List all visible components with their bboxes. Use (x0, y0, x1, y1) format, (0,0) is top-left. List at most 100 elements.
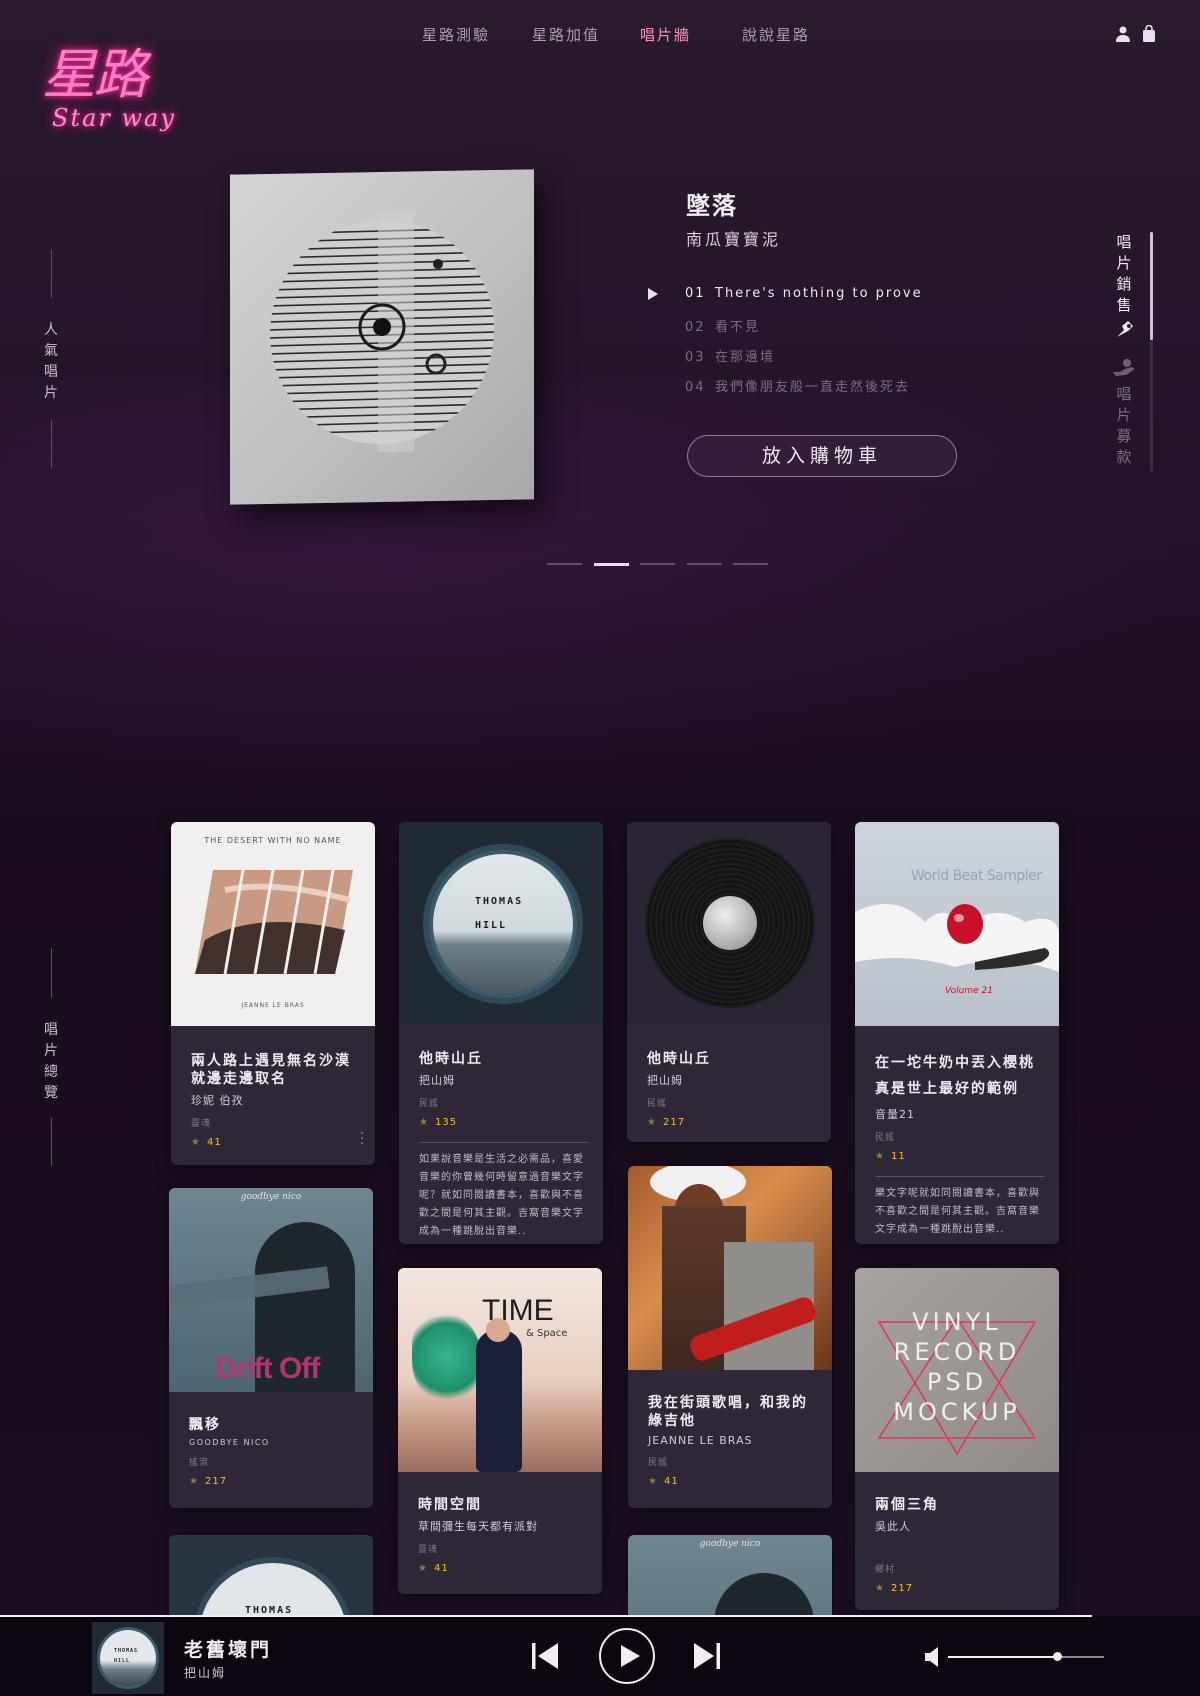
album-rating: ★ 217 (875, 1583, 1045, 1594)
track-number: 02 (685, 320, 706, 335)
user-icon[interactable] (1116, 26, 1130, 42)
shopping-bag-icon[interactable] (1142, 25, 1156, 42)
side-divider (51, 420, 52, 468)
album-info: 我在街頭歌唱，和我的綠吉他 JEANNE LE BRAS 民謠 ★ 41 (648, 1394, 818, 1487)
album-artist: GOODBYE NICO (189, 1438, 270, 1447)
side-divider (51, 948, 52, 998)
play-icon[interactable] (648, 288, 658, 300)
album-card[interactable]: VINYL RECORD PSD MOCKUP 兩個三角 吳此人 鄉村 ★ 217 (855, 1268, 1059, 1610)
album-card[interactable]: 我在街頭歌唱，和我的綠吉他 JEANNE LE BRAS 民謠 ★ 41 (628, 1166, 832, 1508)
background-glow (0, 380, 1200, 800)
track-item[interactable]: 04 我們像朋友般一直走然後死去 (685, 376, 910, 395)
album-card[interactable]: TIME & Space 時間空間 草間彌生每天都有派對 靈魂 ★ 41 (398, 1268, 602, 1594)
now-playing-artist: 把山姆 (184, 1666, 227, 1680)
cover-subtitle-text: & Space (526, 1328, 568, 1339)
album-cover (627, 822, 831, 1026)
hero-album-title: 墜落 (686, 192, 738, 220)
nav-item-topup[interactable]: 星路加值 (532, 24, 600, 45)
now-playing-thumbnail[interactable]: THOMAS HILL (92, 1622, 164, 1694)
album-title: 兩人路上遇見無名沙漠就邊走邊取名 (191, 1053, 351, 1087)
track-number: 01 (685, 286, 706, 301)
nav-item-quiz[interactable]: 星路測驗 (422, 24, 490, 45)
album-artist: 音量21 (875, 1108, 915, 1121)
volume-icon[interactable] (924, 1646, 944, 1668)
thumb-text-2: HILL (114, 1658, 131, 1664)
cover-subtitle-text: HILL (475, 920, 508, 931)
rating-value: 41 (206, 1137, 222, 1148)
starway-logo[interactable]: 星路 Star way (40, 30, 180, 142)
main-nav: 星路測驗 星路加值 唱片牆 說說星路 (0, 24, 1200, 44)
next-track-icon[interactable] (692, 1641, 722, 1671)
rating-value: 41 (663, 1476, 679, 1487)
album-card[interactable]: World Beat Sampler Volume 21 在一坨牛奶中丟入櫻桃真… (855, 822, 1059, 1244)
album-info: 在一坨牛奶中丟入櫻桃真是世上最好的範例 音量21 民謠 ★ 11 樂文字呢就如同閱… (875, 1050, 1045, 1239)
album-genre: 民謠 (648, 1458, 669, 1468)
side-label-popular[interactable]: 人氣唱片 (41, 320, 61, 404)
carousel-dot-active[interactable] (594, 563, 629, 566)
cover-title-text: THE DESERT WITH NO NAME (204, 836, 342, 845)
album-genre: 搖滾 (189, 1458, 210, 1468)
more-options-icon[interactable]: · · · (359, 1128, 365, 1151)
side-label-overview[interactable]: 唱片總覽 (41, 1020, 61, 1104)
thumb-text-1: THOMAS (114, 1648, 139, 1654)
figure-head (486, 1318, 510, 1342)
cover-subtitle-text: Volume 21 (945, 986, 993, 996)
carousel-dot[interactable] (687, 563, 722, 565)
album-card[interactable]: THE DESERT WITH NO NAME JEANNE LE BRAS 兩… (171, 822, 375, 1165)
album-info: 飄移 GOODBYE NICO 搖滾 ★ 217 (189, 1416, 359, 1487)
carousel-dot[interactable] (547, 563, 582, 565)
green-smoke (412, 1312, 482, 1402)
nav-item-record-wall[interactable]: 唱片牆 (640, 24, 691, 45)
track-name: 我們像朋友般一直走然後死去 (715, 380, 911, 395)
side-divider (51, 250, 52, 298)
cover-artist-text: JEANNE LE BRAS (241, 1002, 305, 1009)
track-name: 看不見 (715, 320, 761, 335)
donation-hand-icon (1113, 359, 1135, 376)
album-rating: ★ 135 (419, 1117, 589, 1128)
nav-item-about[interactable]: 說說星路 (742, 24, 810, 45)
star-icon: ★ (419, 1117, 429, 1128)
previous-track-icon[interactable] (530, 1641, 560, 1671)
album-artist: 把山姆 (647, 1074, 683, 1087)
rating-value: 217 (204, 1476, 228, 1487)
star-icon: ★ (189, 1476, 199, 1487)
track-number: 03 (685, 350, 706, 365)
album-title: 飄移 (189, 1417, 221, 1433)
desert-artwork (195, 870, 353, 974)
play-pause-button[interactable] (599, 1628, 655, 1684)
track-number: 04 (685, 380, 706, 395)
album-card[interactable]: THOMAS HILL 他時山丘 把山姆 民謠 ★ 135 如果說音樂是生活之必需… (399, 822, 603, 1244)
carousel-dot[interactable] (733, 563, 768, 565)
album-info: 兩人路上遇見無名沙漠就邊走邊取名 珍妮 伯孜 靈魂 ★ 41 (191, 1052, 361, 1148)
album-description: 樂文字呢就如同閱讀書本，喜歡與不喜歡之間是何其主觀。吉窩音樂文字成為一種跳脫出音… (875, 1176, 1045, 1239)
tab-record-fundraise[interactable]: 唱片募款 (1114, 384, 1134, 468)
cover-line-2: RECORD (893, 1338, 1021, 1366)
track-item[interactable]: 03 在那邊境 (685, 346, 775, 365)
album-title: 兩個三角 (875, 1497, 939, 1513)
track-name: 在那邊境 (715, 350, 776, 365)
album-genre: 靈魂 (418, 1545, 439, 1555)
hero-album-cover[interactable] (230, 169, 534, 505)
album-title: 他時山丘 (647, 1051, 711, 1067)
album-card[interactable]: goodbye nico Drift Off 飄移 GOODBYE NICO 搖… (169, 1188, 373, 1508)
side-scroll-thumb[interactable] (1150, 232, 1153, 340)
side-divider (51, 1118, 52, 1166)
track-item[interactable]: 01 There's nothing to prove (685, 286, 923, 301)
add-to-cart-button[interactable]: 放入購物車 (687, 435, 957, 477)
playback-progress[interactable] (0, 1615, 1092, 1617)
album-artist: 吳此人 (875, 1520, 911, 1533)
carousel-dot[interactable] (640, 563, 675, 565)
album-cover: TIME & Space (398, 1268, 602, 1472)
album-genre: 鄉村 (875, 1565, 896, 1575)
album-cover: THOMAS HILL (399, 822, 603, 1026)
album-artist: JEANNE LE BRAS (648, 1434, 753, 1447)
rating-value: 41 (433, 1563, 449, 1574)
album-cover: THE DESERT WITH NO NAME JEANNE LE BRAS (171, 822, 375, 1026)
cover-line-3: PSD (926, 1368, 988, 1396)
album-rating: ★ 217 (647, 1117, 817, 1128)
rating-value: 217 (662, 1117, 686, 1128)
track-item[interactable]: 02 看不見 (685, 316, 760, 335)
album-card[interactable]: 他時山丘 把山姆 民謠 ★ 217 (627, 822, 831, 1142)
tab-record-sales[interactable]: 唱片銷售 (1114, 232, 1134, 316)
logo-text-en: Star way (52, 104, 176, 132)
